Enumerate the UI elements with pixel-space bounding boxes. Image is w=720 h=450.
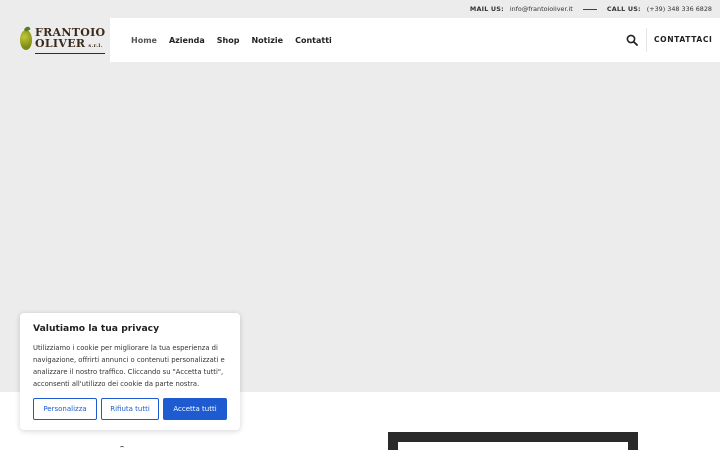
logo-line-2: OLIVER s.r.l. [35, 38, 105, 52]
cookie-description: Utilizziamo i cookie per migliorare la t… [33, 344, 225, 388]
mail-label: MAIL US: [469, 5, 504, 13]
logo-underline [35, 52, 105, 54]
contattaci-button[interactable]: CONTATTACI [654, 35, 712, 44]
nav-contatti[interactable]: Contatti [295, 36, 332, 45]
search-icon[interactable] [626, 34, 638, 46]
mail-link[interactable]: info@frantoioliver.it [510, 5, 573, 13]
cookie-title: Valutiamo la tua privacy [33, 323, 160, 334]
logo-suffix: s.r.l. [88, 42, 103, 49]
olive-logo-icon [20, 30, 32, 50]
dark-block-inner-panel [398, 442, 628, 450]
phone-link[interactable]: (+39) 348 336 6828 [647, 5, 712, 13]
topbar-separator [582, 8, 597, 10]
site-logo[interactable]: FRANTOIO OLIVER s.r.l. [0, 18, 110, 62]
nav-divider [646, 28, 647, 52]
call-label: CALL US: [606, 5, 641, 13]
partial-glyph [120, 446, 124, 449]
cookie-consent-banner: Valutiamo la tua privacy Utilizziamo i c… [20, 313, 240, 430]
nav-notizie[interactable]: Notizie [251, 36, 283, 45]
customize-button[interactable]: Personalizza [33, 398, 97, 420]
logo-line-2-text: OLIVER [35, 36, 86, 50]
nav-shop[interactable]: Shop [217, 36, 240, 45]
nav-home[interactable]: Home [131, 36, 157, 45]
cookie-buttons: Personalizza Rifiuta tutti Accetta tutti [33, 398, 227, 420]
top-contact-bar: MAIL US: info@frantoioliver.it CALL US: … [0, 0, 720, 18]
accept-all-button[interactable]: Accetta tutti [163, 398, 227, 420]
logo-wordmark: FRANTOIO OLIVER s.r.l. [35, 27, 105, 54]
main-navigation: Home Azienda Shop Notizie Contatti CONTA… [110, 18, 720, 62]
nav-azienda[interactable]: Azienda [169, 36, 205, 45]
reject-all-button[interactable]: Rifiuta tutti [101, 398, 159, 420]
